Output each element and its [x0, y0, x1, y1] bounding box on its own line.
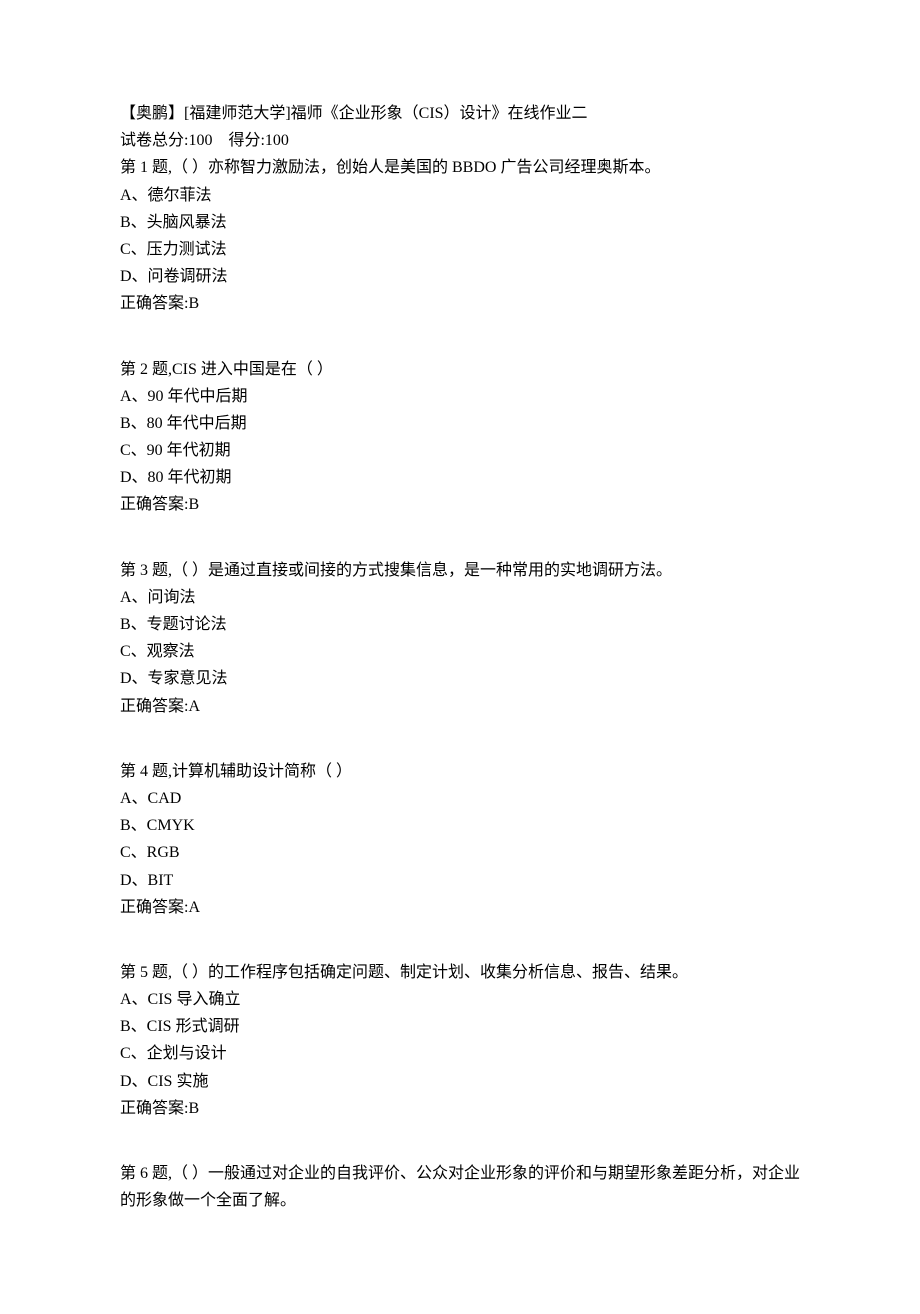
question-stem: 第 2 题,CIS 进入中国是在（ ）	[120, 356, 800, 383]
question-option: A、德尔菲法	[120, 182, 800, 209]
question-5: 第 5 题,（ ）的工作程序包括确定问题、制定计划、收集分析信息、报告、结果。 …	[120, 959, 800, 1122]
question-option: C、观察法	[120, 638, 800, 665]
question-option: A、90 年代中后期	[120, 383, 800, 410]
question-option: B、头脑风暴法	[120, 209, 800, 236]
question-answer: 正确答案:B	[120, 491, 800, 518]
question-option: C、RGB	[120, 839, 800, 866]
question-option: A、问询法	[120, 584, 800, 611]
question-6: 第 6 题,（ ）一般通过对企业的自我评价、公众对企业形象的评价和与期望形象差距…	[120, 1160, 800, 1214]
question-option: A、CAD	[120, 785, 800, 812]
question-stem: 第 1 题,（ ）亦称智力激励法，创始人是美国的 BBDO 广告公司经理奥斯本。	[120, 154, 800, 181]
question-stem: 第 4 题,计算机辅助设计简称（ ）	[120, 758, 800, 785]
document-title: 【奥鹏】[福建师范大学]福师《企业形象（CIS）设计》在线作业二	[120, 100, 800, 127]
question-4: 第 4 题,计算机辅助设计简称（ ） A、CAD B、CMYK C、RGB D、…	[120, 758, 800, 921]
question-option: D、CIS 实施	[120, 1068, 800, 1095]
question-answer: 正确答案:B	[120, 1095, 800, 1122]
question-option: C、90 年代初期	[120, 437, 800, 464]
question-option: C、企划与设计	[120, 1040, 800, 1067]
question-stem: 第 6 题,（ ）一般通过对企业的自我评价、公众对企业形象的评价和与期望形象差距…	[120, 1160, 800, 1214]
question-option: D、专家意见法	[120, 665, 800, 692]
question-answer: 正确答案:A	[120, 894, 800, 921]
question-stem: 第 5 题,（ ）的工作程序包括确定问题、制定计划、收集分析信息、报告、结果。	[120, 959, 800, 986]
question-option: B、CIS 形式调研	[120, 1013, 800, 1040]
question-2: 第 2 题,CIS 进入中国是在（ ） A、90 年代中后期 B、80 年代中后…	[120, 356, 800, 519]
score-line: 试卷总分:100 得分:100	[120, 127, 800, 154]
question-answer: 正确答案:A	[120, 693, 800, 720]
question-option: B、CMYK	[120, 812, 800, 839]
question-option: B、专题讨论法	[120, 611, 800, 638]
question-option: D、BIT	[120, 867, 800, 894]
question-3: 第 3 题,（ ）是通过直接或间接的方式搜集信息，是一种常用的实地调研方法。 A…	[120, 557, 800, 720]
question-stem: 第 3 题,（ ）是通过直接或间接的方式搜集信息，是一种常用的实地调研方法。	[120, 557, 800, 584]
question-1: 第 1 题,（ ）亦称智力激励法，创始人是美国的 BBDO 广告公司经理奥斯本。…	[120, 154, 800, 317]
question-option: C、压力测试法	[120, 236, 800, 263]
question-option: D、80 年代初期	[120, 464, 800, 491]
question-option: D、问卷调研法	[120, 263, 800, 290]
question-option: A、CIS 导入确立	[120, 986, 800, 1013]
question-option: B、80 年代中后期	[120, 410, 800, 437]
question-answer: 正确答案:B	[120, 290, 800, 317]
